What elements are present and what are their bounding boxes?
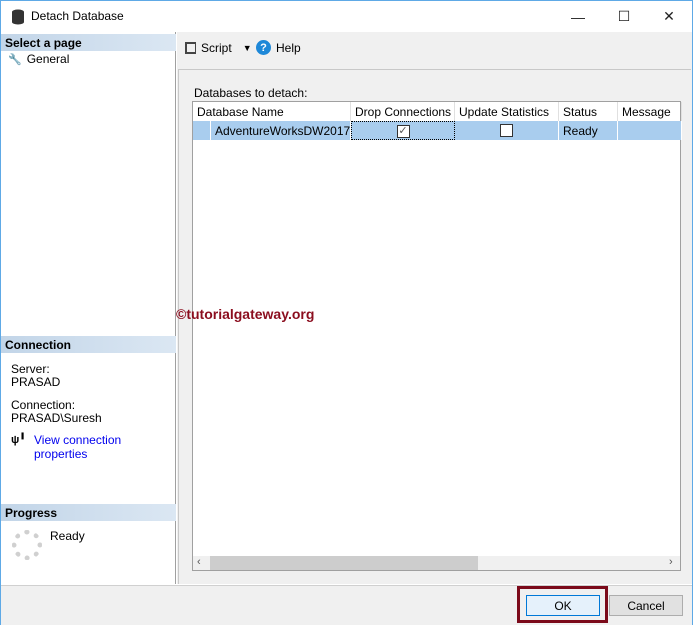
- help-icon: ?: [256, 40, 271, 55]
- databases-grid: Database Name Drop Connections Update St…: [192, 101, 682, 571]
- close-button[interactable]: ✕: [646, 1, 692, 32]
- help-button[interactable]: ? Help: [256, 40, 301, 55]
- watermark: ©tutorialgateway.org: [176, 306, 315, 322]
- cell-update-statistics[interactable]: [455, 121, 559, 140]
- connection-value: PRASAD\Suresh: [11, 411, 102, 425]
- page-general-label: General: [26, 52, 70, 66]
- script-label: Script: [201, 41, 232, 55]
- scroll-right-icon[interactable]: ›: [669, 556, 673, 568]
- connection-label: Connection:: [11, 398, 76, 412]
- maximize-button[interactable]: ☐: [601, 1, 647, 32]
- cell-database-name[interactable]: AdventureWorksDW2017: [211, 121, 351, 140]
- databases-label: Databases to detach:: [194, 86, 308, 100]
- chevron-down-icon[interactable]: ▼: [243, 43, 252, 53]
- horizontal-scrollbar[interactable]: ‹ ›: [193, 556, 680, 570]
- page-general[interactable]: 🔧 General: [8, 52, 69, 66]
- progress-status: Ready: [50, 529, 85, 543]
- cancel-button[interactable]: Cancel: [609, 595, 683, 616]
- help-label: Help: [276, 40, 301, 55]
- update-statistics-checkbox[interactable]: [500, 124, 513, 137]
- column-header-status[interactable]: Status: [559, 102, 618, 121]
- script-icon: [185, 42, 196, 54]
- title-bar: Detach Database — ☐ ✕: [1, 1, 692, 32]
- database-icon: [12, 9, 24, 25]
- left-panel: Select a page 🔧 General Connection Serve…: [1, 32, 176, 584]
- wrench-icon: 🔧: [8, 53, 22, 66]
- script-button[interactable]: Script ▼: [185, 41, 252, 55]
- column-header-drop-connections[interactable]: Drop Connections: [351, 102, 455, 121]
- connection-header: Connection: [1, 336, 176, 353]
- column-header-database-name[interactable]: Database Name: [193, 102, 351, 121]
- column-header-update-statistics[interactable]: Update Statistics: [455, 102, 559, 121]
- drop-connections-checkbox[interactable]: ✓: [396, 125, 410, 138]
- cell-message: [618, 121, 682, 140]
- view-connection-properties-link[interactable]: View connection properties: [34, 433, 175, 461]
- progress-spinner-icon: [12, 530, 42, 560]
- window-title: Detach Database: [31, 9, 124, 23]
- server-value: PRASAD: [11, 375, 61, 389]
- button-bar: OK Cancel: [1, 585, 692, 625]
- detach-database-dialog: Detach Database — ☐ ✕ Select a page 🔧 Ge…: [0, 0, 693, 625]
- server-label: Server:: [11, 362, 50, 376]
- column-header-message[interactable]: Message: [618, 102, 682, 121]
- row-selector[interactable]: [193, 121, 211, 140]
- minimize-button[interactable]: —: [555, 1, 601, 32]
- progress-header: Progress: [1, 504, 176, 521]
- scroll-left-icon[interactable]: ‹: [197, 556, 201, 568]
- ok-button[interactable]: OK: [526, 595, 600, 616]
- scrollbar-thumb[interactable]: [210, 556, 478, 570]
- plug-icon: ψ╹: [11, 434, 26, 446]
- select-page-header: Select a page: [1, 34, 176, 51]
- cell-status: Ready: [559, 121, 618, 140]
- cell-drop-connections[interactable]: ✓: [351, 121, 455, 140]
